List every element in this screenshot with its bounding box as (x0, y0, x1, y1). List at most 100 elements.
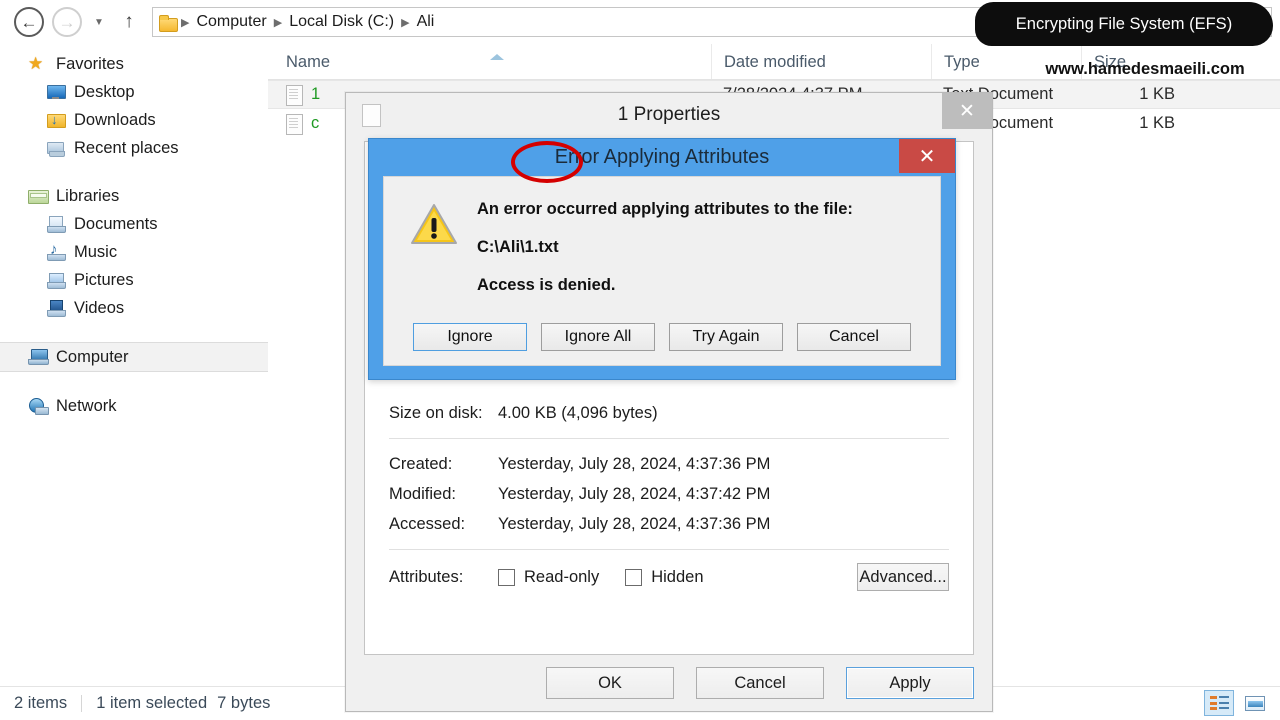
file-size-cell: 1 KB (1139, 85, 1175, 103)
properties-button-bar: OK Cancel Apply (546, 667, 974, 699)
sidebar-item-documents[interactable]: Documents (0, 210, 268, 238)
videos-library-icon (46, 299, 66, 317)
sidebar-item-recent-places[interactable]: Recent places (0, 134, 268, 162)
properties-close-button[interactable]: ✕ (942, 93, 992, 129)
ignore-button[interactable]: Ignore (413, 323, 527, 351)
cancel-button[interactable]: Cancel (696, 667, 824, 699)
error-close-button[interactable]: ✕ (899, 139, 955, 173)
properties-title-bar: 1 Properties ✕ (346, 93, 992, 137)
pictures-library-icon (46, 271, 66, 289)
back-arrow-icon: ← (14, 7, 44, 37)
cancel-button[interactable]: Cancel (797, 323, 911, 351)
sidebar-item-computer[interactable]: Computer (0, 342, 268, 372)
breadcrumb-local-disk[interactable]: Local Disk (C:) (284, 13, 399, 31)
error-message-block: An error occurred applying attributes to… (477, 200, 920, 314)
tiles-view-icon (1245, 695, 1265, 711)
read-only-checkbox[interactable] (498, 568, 515, 586)
details-view-button[interactable] (1204, 690, 1234, 716)
created-value: Yesterday, July 28, 2024, 4:37:36 PM (498, 454, 771, 473)
read-only-checkbox-group[interactable]: Read-only (498, 568, 599, 587)
forward-button[interactable]: → (48, 3, 86, 41)
sidebar-label: Music (74, 242, 118, 261)
sidebar-item-pictures[interactable]: Pictures (0, 266, 268, 294)
sidebar-label: Pictures (74, 270, 134, 289)
modified-label: Modified: (389, 484, 456, 503)
screen-root: ← → ▼ ↑ ▶ Computer ▶ Local Disk (C:) ▶ A… (0, 0, 1280, 720)
text-file-icon (286, 113, 303, 135)
column-header-label: Date modified (724, 53, 826, 71)
column-header-name[interactable]: Name (268, 44, 711, 79)
navigation-pane: ★ Favorites Desktop Downloads Recent pla… (0, 44, 268, 686)
column-header-label: Name (286, 53, 331, 71)
hidden-checkbox-group[interactable]: Hidden (625, 567, 704, 587)
status-divider (81, 695, 83, 712)
forward-arrow-icon: → (52, 7, 82, 37)
sidebar-label: Network (56, 396, 117, 415)
accessed-label: Accessed: (389, 514, 466, 533)
back-button[interactable]: ← (10, 3, 48, 41)
libraries-icon (28, 187, 49, 205)
modified-value: Yesterday, July 28, 2024, 4:37:42 PM (498, 484, 771, 503)
file-size-cell: 1 KB (1139, 114, 1175, 132)
breadcrumb-ali[interactable]: Ali (412, 13, 440, 31)
status-selection: 1 item selected (96, 694, 208, 712)
divider (389, 438, 949, 439)
computer-icon (28, 348, 49, 366)
column-header-label: Type (944, 53, 980, 71)
ok-button[interactable]: OK (546, 667, 674, 699)
sidebar-label: Favorites (56, 54, 124, 73)
status-selection-size: 7 bytes (217, 694, 271, 712)
hidden-checkbox[interactable] (625, 568, 643, 586)
tiles-view-button[interactable] (1240, 690, 1270, 716)
sidebar-label: Libraries (56, 186, 120, 205)
sidebar-item-downloads[interactable]: Downloads (0, 106, 268, 134)
warning-triangle-icon (411, 204, 457, 244)
apply-button[interactable]: Apply (846, 667, 974, 699)
sidebar-label: Documents (74, 214, 158, 233)
sidebar-item-favorites[interactable]: ★ Favorites (0, 50, 268, 78)
up-one-level-button[interactable]: ↑ (112, 3, 146, 41)
error-body: An error occurred applying attributes to… (383, 176, 941, 366)
hidden-label: Hidden (651, 567, 704, 586)
sidebar-item-network[interactable]: Network (0, 392, 268, 420)
sidebar-item-libraries[interactable]: Libraries (0, 182, 268, 210)
divider (389, 549, 949, 550)
documents-library-icon (46, 215, 66, 233)
sidebar-item-desktop[interactable]: Desktop (0, 78, 268, 106)
sort-ascending-icon (490, 54, 504, 60)
try-again-button[interactable]: Try Again (669, 323, 783, 351)
accessed-value: Yesterday, July 28, 2024, 4:37:36 PM (498, 514, 771, 533)
sidebar-label: Desktop (74, 82, 135, 101)
attributes-label: Attributes: (389, 567, 464, 586)
desktop-icon (46, 83, 66, 101)
sidebar-item-videos[interactable]: Videos (0, 294, 268, 322)
folder-icon (159, 14, 178, 32)
error-title-bar: Error Applying Attributes ✕ (369, 139, 955, 176)
error-dialog-title: Error Applying Attributes (554, 146, 770, 168)
efs-callout-label: Encrypting File System (EFS) (975, 2, 1273, 46)
breadcrumb-separator: ▶ (401, 16, 410, 29)
up-arrow-icon: ↑ (124, 11, 134, 32)
breadcrumb-separator: ▶ (273, 16, 283, 29)
recent-locations-button[interactable]: ▼ (86, 3, 112, 41)
ignore-all-button[interactable]: Ignore All (541, 323, 655, 351)
size-on-disk-value: 4.00 KB (4,096 bytes) (498, 403, 658, 422)
music-library-icon (46, 241, 66, 261)
breadcrumb-computer[interactable]: Computer (191, 13, 271, 31)
recent-places-icon (46, 139, 66, 157)
column-header-date-modified[interactable]: Date modified (711, 44, 931, 79)
sidebar-item-music[interactable]: Music (0, 238, 268, 266)
size-on-disk-label: Size on disk: (389, 403, 483, 422)
read-only-label: Read-only (524, 567, 600, 586)
sidebar-label: Downloads (74, 110, 156, 129)
size-on-disk-row: Size on disk: 4.00 KB (4,096 bytes) (365, 398, 973, 428)
text-file-icon (286, 84, 303, 106)
breadcrumb-separator: ▶ (181, 16, 190, 29)
advanced-button[interactable]: Advanced... (857, 563, 949, 591)
created-label: Created: (389, 454, 453, 473)
star-icon: ★ (28, 54, 44, 73)
downloads-folder-icon (46, 111, 66, 129)
red-highlight-ellipse (511, 141, 583, 183)
sidebar-label: Computer (56, 347, 129, 366)
